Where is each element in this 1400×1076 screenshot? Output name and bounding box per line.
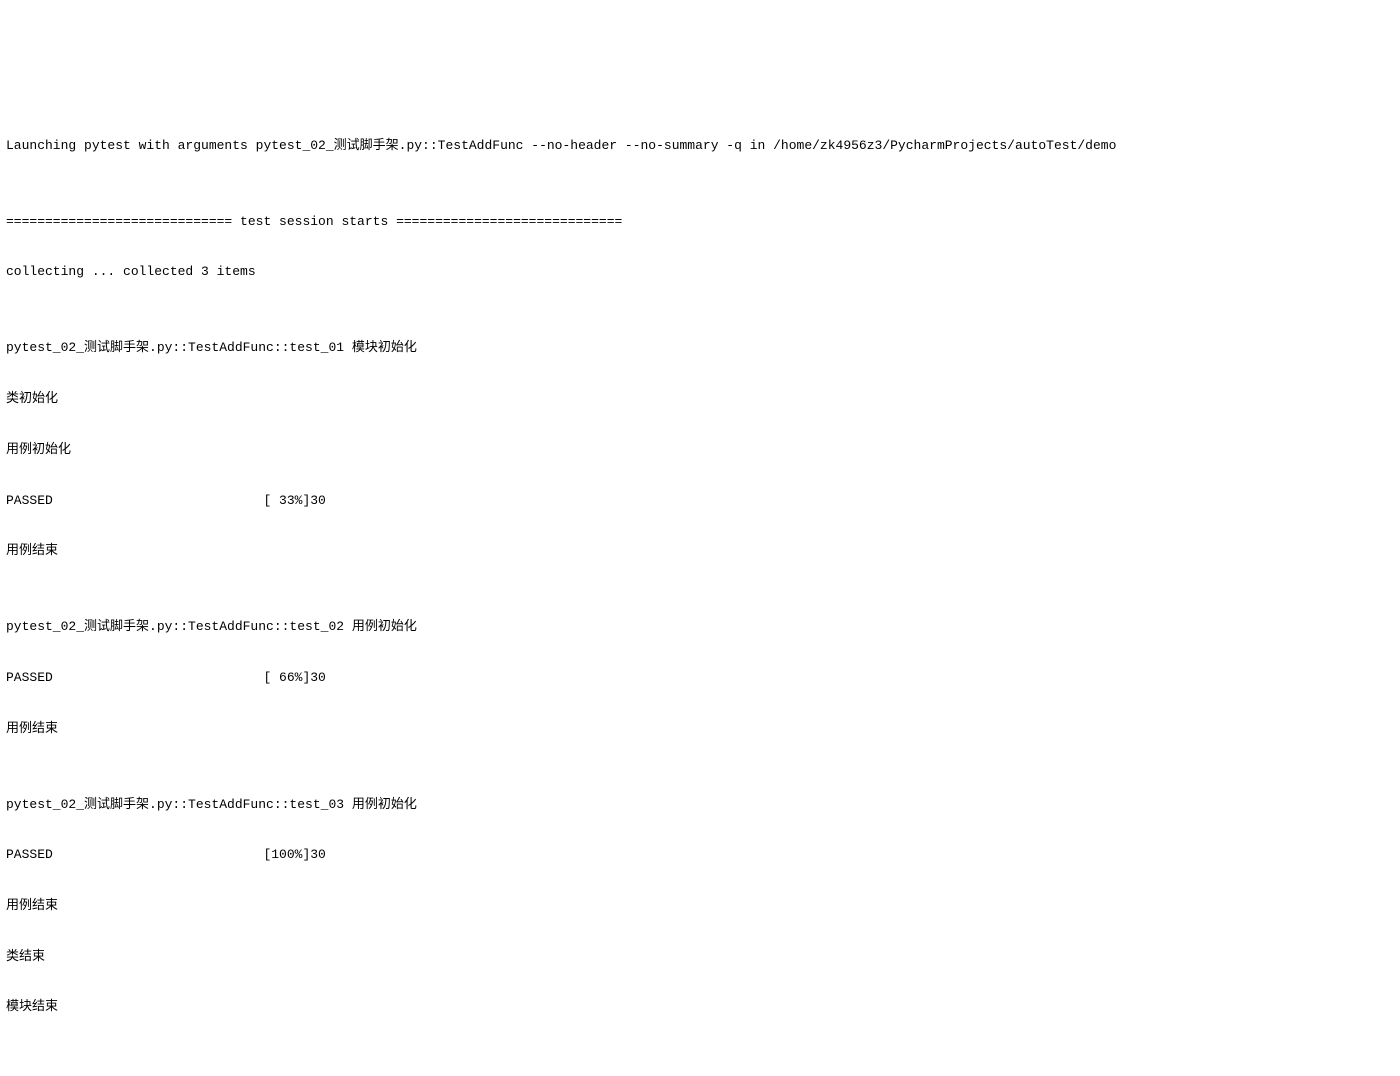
test-header-line: pytest_02_测试脚手架.py::TestAddFunc::test_03… (6, 792, 1394, 817)
case-end-line: 用例结束 (6, 893, 1394, 918)
case-end-line: 用例结束 (6, 716, 1394, 741)
class-end-line: 类结束 (6, 944, 1394, 969)
collecting-line: collecting ... collected 3 items (6, 259, 1394, 284)
test-result-line: PASSED [ 33%]30 (6, 488, 1394, 513)
session-start-line: ============================= test sessi… (6, 209, 1394, 234)
test-result-line: PASSED [100%]30 (6, 842, 1394, 867)
launch-line: Launching pytest with arguments pytest_0… (6, 133, 1394, 158)
class-init-line: 类初始化 (6, 386, 1394, 411)
terminal-output: Launching pytest with arguments pytest_0… (6, 107, 1394, 1045)
test-header-line: pytest_02_测试脚手架.py::TestAddFunc::test_01… (6, 335, 1394, 360)
test-result-line: PASSED [ 66%]30 (6, 665, 1394, 690)
module-end-line: 模块结束 (6, 994, 1394, 1019)
case-end-line: 用例结束 (6, 538, 1394, 563)
case-init-line: 用例初始化 (6, 437, 1394, 462)
test-header-line: pytest_02_测试脚手架.py::TestAddFunc::test_02… (6, 614, 1394, 639)
